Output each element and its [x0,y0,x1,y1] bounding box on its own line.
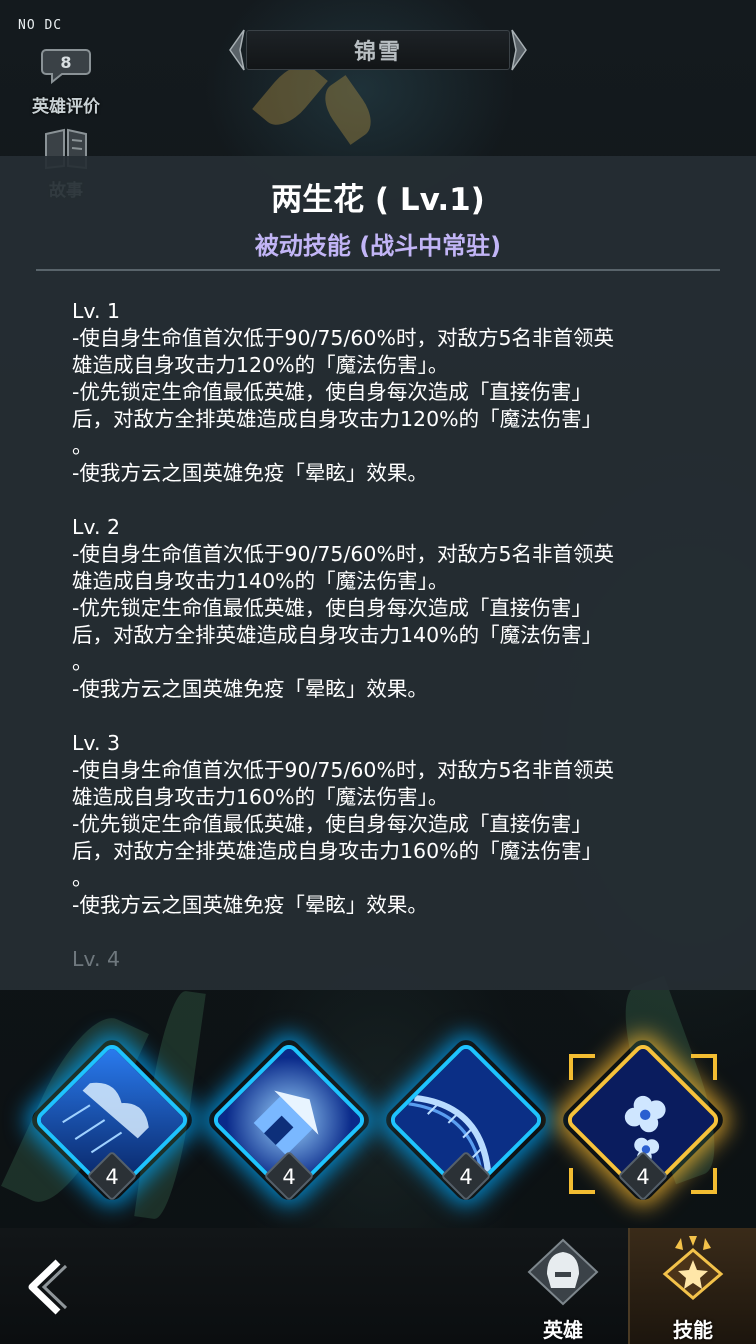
svg-text:8: 8 [60,53,71,72]
tab-skill[interactable]: 技能 [628,1228,756,1344]
description-line: 。 [72,650,93,674]
description-line: 后，对敌方全排英雄造成自身攻击力160%的「魔法伤害」 [72,839,603,863]
hero-rating-button[interactable]: 8 英雄评价 [20,36,112,117]
description-line: 雄造成自身攻击力120%的「魔法伤害」。 [72,353,449,377]
skill-level-badge: 4 [636,1165,650,1189]
chevron-right-icon[interactable] [508,28,530,72]
description-line: -使我方云之国英雄免疫「晕眩」效果。 [72,461,428,485]
hero-name-header: 锦雪 [226,26,530,74]
level-title: Lv. 3 [72,731,121,755]
skill-detail-panel: 两生花 ( Lv.1) 被动技能 (战斗中常驻) Lv. 1 -使自身生命值首次… [0,156,756,990]
skill-slot-2[interactable]: 4 [209,1040,369,1202]
description-line: -使我方云之国英雄免疫「晕眩」效果。 [72,893,428,917]
description-line: 雄造成自身攻击力140%的「魔法伤害」。 [72,569,449,593]
hero-name: 锦雪 [353,40,402,65]
description-line: -优先锁定生命值最低英雄，使自身每次造成「直接伤害」 [72,812,592,836]
level-title: Lv. 1 [72,299,121,323]
tab-hero[interactable]: 英雄 [510,1228,616,1344]
chat-bubble-icon: 8 [34,36,98,92]
skill-selector: 4 4 4 4 [0,1040,756,1202]
description-line: 。 [72,434,93,458]
skill-slot-4-selected[interactable]: 4 [563,1040,723,1202]
description-line: 雄造成自身攻击力160%的「魔法伤害」。 [72,785,449,809]
description-line: 后，对敌方全排英雄造成自身攻击力120%的「魔法伤害」 [72,407,603,431]
skill-title: 两生花 ( Lv.1) [271,182,485,218]
level-block: Lv. 2 -使自身生命值首次低于90/75/60%时，对敌方5名非首领英 雄造… [72,514,692,703]
description-line: -使自身生命值首次低于90/75/60%时，对敌方5名非首领英 [72,542,614,566]
hero-rating-label: 英雄评价 [32,97,100,117]
skill-type: 被动技能 (战斗中常驻) [254,232,502,260]
skill-star-icon [662,1236,724,1300]
tab-skill-label: 技能 [673,1318,713,1342]
description-line: -使自身生命值首次低于90/75/60%时，对敌方5名非首领英 [72,326,614,350]
skill-slot-3[interactable]: 4 [386,1040,546,1202]
description-line: -使自身生命值首次低于90/75/60%时，对敌方5名非首领英 [72,758,614,782]
skill-level-badge: 4 [282,1165,296,1189]
description-line: 后，对敌方全排英雄造成自身攻击力140%的「魔法伤害」 [72,623,603,647]
level-block: Lv. 1 -使自身生命值首次低于90/75/60%时，对敌方5名非首领英 雄造… [72,298,692,487]
skill-slot-1[interactable]: 4 [32,1040,192,1202]
description-line: 。 [72,866,93,890]
chevron-left-icon[interactable] [226,28,248,72]
skill-description[interactable]: Lv. 1 -使自身生命值首次低于90/75/60%时，对敌方5名非首领英 雄造… [72,298,692,973]
description-line: -使我方云之国英雄免疫「晕眩」效果。 [72,677,428,701]
back-arrow-icon[interactable] [24,1256,72,1318]
divider [36,269,720,271]
skill-level-badge: 4 [459,1165,473,1189]
level-title: Lv. 2 [72,515,121,539]
description-line: -优先锁定生命值最低英雄，使自身每次造成「直接伤害」 [72,596,592,620]
helmet-icon [527,1238,599,1306]
description-line: -优先锁定生命值最低英雄，使自身每次造成「直接伤害」 [72,380,592,404]
debug-label: NO DC [18,18,63,33]
level-block: Lv. 3 -使自身生命值首次低于90/75/60%时，对敌方5名非首领英 雄造… [72,730,692,919]
tab-hero-label: 英雄 [543,1318,583,1342]
skill-level-badge: 4 [105,1165,119,1189]
level-title-faded: Lv. 4 [72,947,121,971]
